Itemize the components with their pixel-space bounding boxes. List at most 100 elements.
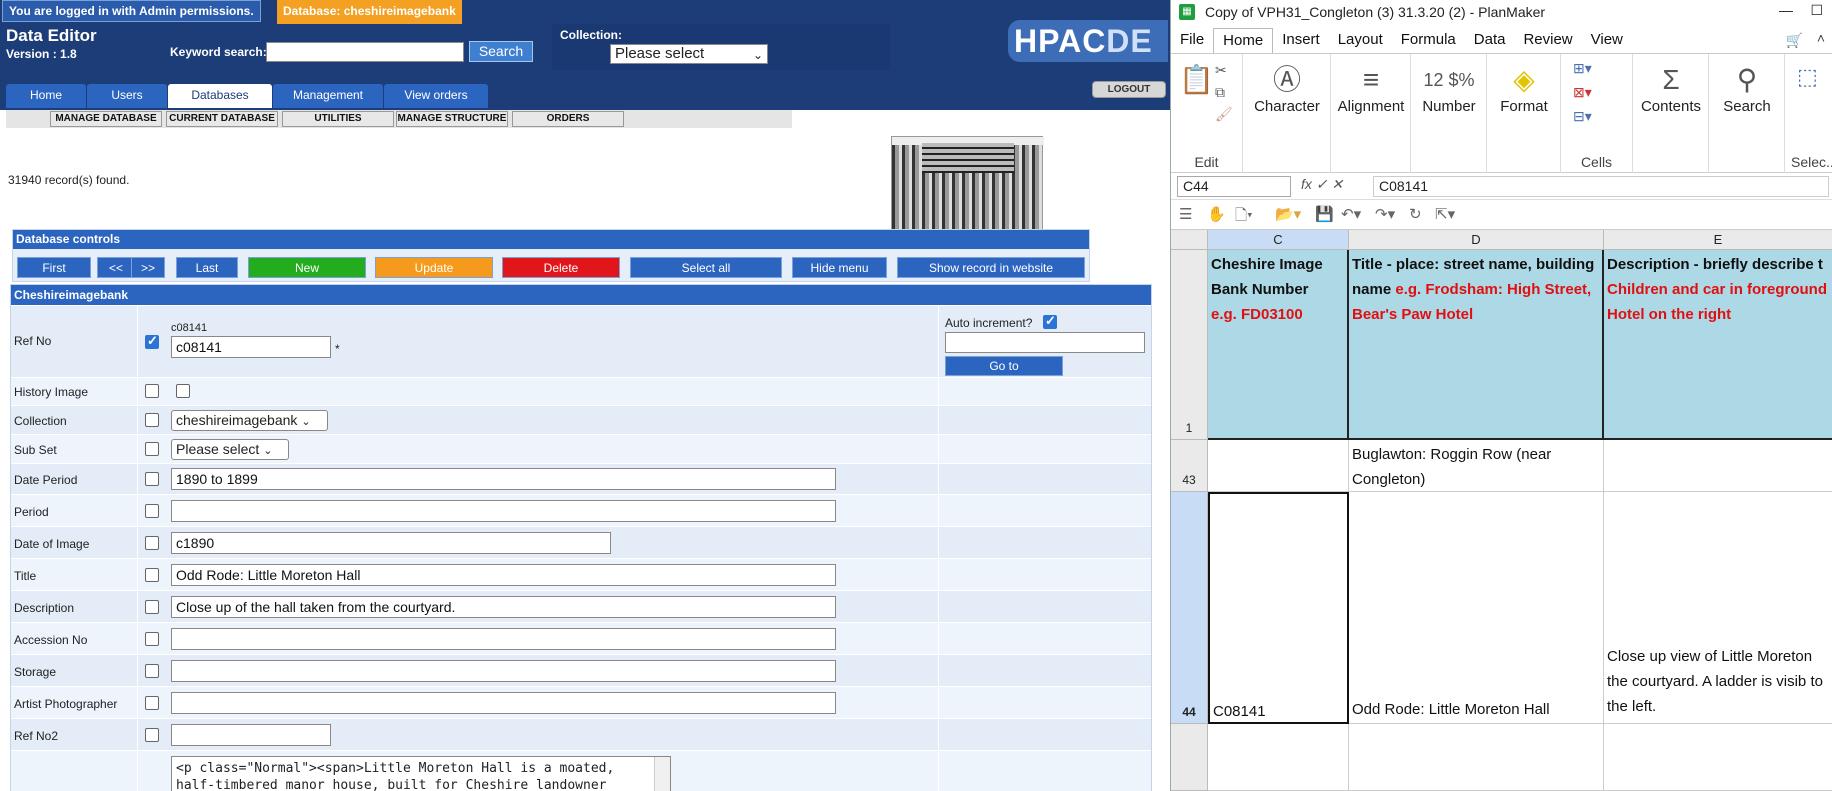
paste-button[interactable]: 📋 bbox=[1179, 62, 1214, 98]
last-button[interactable]: Last bbox=[176, 257, 238, 278]
character-button[interactable]: Ⓐ Character bbox=[1247, 62, 1327, 115]
prev-button[interactable]: << bbox=[97, 257, 135, 278]
number-button[interactable]: 12 $% Number bbox=[1413, 62, 1485, 115]
search-button[interactable]: Search bbox=[469, 41, 533, 62]
field-checkbox[interactable] bbox=[145, 333, 159, 349]
submenu-manage-structure[interactable]: MANAGE STRUCTURE bbox=[396, 111, 508, 127]
show-record-button[interactable]: Show record in website bbox=[897, 257, 1085, 278]
hide-cells-icon[interactable]: ⊟▾ bbox=[1573, 108, 1592, 125]
artist-photographer-input[interactable] bbox=[171, 692, 836, 714]
first-button[interactable]: First bbox=[17, 257, 91, 278]
menu-icon[interactable]: ☰ bbox=[1179, 205, 1192, 223]
row-header-43[interactable]: 43 bbox=[1171, 440, 1208, 492]
field-checkbox[interactable] bbox=[145, 384, 159, 398]
hand-icon[interactable]: ✋ bbox=[1207, 205, 1226, 223]
cell-c44-selected[interactable]: C08141 bbox=[1208, 492, 1349, 724]
cell-e44[interactable]: Close up view of Little Moreton the cour… bbox=[1604, 492, 1832, 724]
tab-home[interactable]: Home bbox=[6, 84, 86, 108]
minimize-icon[interactable]: — bbox=[1779, 2, 1793, 18]
submenu-orders[interactable]: ORDERS bbox=[512, 111, 624, 127]
history-image-checkbox[interactable] bbox=[176, 384, 190, 398]
menu-view[interactable]: View bbox=[1582, 28, 1632, 53]
cell-d45[interactable] bbox=[1349, 724, 1604, 791]
tab-view-orders[interactable]: View orders bbox=[384, 84, 488, 108]
goto-input[interactable] bbox=[945, 332, 1145, 353]
title-input[interactable]: Odd Rode: Little Moreton Hall bbox=[171, 564, 836, 586]
format-painter-icon[interactable]: 🖌 bbox=[1215, 106, 1233, 123]
column-header-e[interactable]: E bbox=[1604, 230, 1832, 250]
sub-set-select[interactable]: Please select ⌄ bbox=[171, 439, 289, 460]
delete-button[interactable]: Delete bbox=[502, 257, 620, 278]
menu-home[interactable]: Home bbox=[1213, 28, 1274, 53]
menu-data[interactable]: Data bbox=[1465, 28, 1515, 53]
open-folder-icon[interactable]: 📂▾ bbox=[1275, 205, 1301, 223]
update-button[interactable]: Update bbox=[375, 257, 493, 278]
cut-icon[interactable]: ✂ bbox=[1215, 62, 1227, 79]
field-checkbox[interactable] bbox=[145, 504, 159, 518]
field-checkbox[interactable] bbox=[145, 568, 159, 582]
collection-field-select[interactable]: cheshireimagebank ⌄ bbox=[171, 410, 328, 431]
menu-review[interactable]: Review bbox=[1514, 28, 1581, 53]
collection-select[interactable]: Please select ⌄ bbox=[610, 44, 768, 64]
description-input[interactable]: Close up of the hall taken from the cour… bbox=[171, 596, 836, 618]
select-all-button[interactable]: Select all bbox=[630, 257, 782, 278]
field-checkbox[interactable] bbox=[145, 600, 159, 614]
row-header-45[interactable] bbox=[1171, 724, 1208, 791]
menu-formula[interactable]: Formula bbox=[1392, 28, 1465, 53]
new-button[interactable]: New bbox=[248, 257, 366, 278]
function-icon[interactable]: fx ✓ ✕ bbox=[1301, 176, 1343, 193]
row-header-1[interactable]: 1 bbox=[1171, 250, 1208, 440]
date-of-image-input[interactable]: c1890 bbox=[171, 532, 611, 554]
date-period-input[interactable]: 1890 to 1899 bbox=[171, 468, 836, 490]
field-checkbox[interactable] bbox=[145, 632, 159, 646]
search-ribbon-button[interactable]: ⚲ Search bbox=[1711, 62, 1783, 115]
submenu-manage-database[interactable]: MANAGE DATABASE bbox=[50, 111, 162, 127]
copy-icon[interactable]: ⧉ bbox=[1215, 84, 1225, 101]
cell-e43[interactable] bbox=[1604, 440, 1832, 492]
contents-button[interactable]: Σ Contents bbox=[1635, 62, 1707, 115]
ref-no2-input[interactable] bbox=[171, 724, 331, 746]
field-checkbox[interactable] bbox=[145, 696, 159, 710]
select-all-corner[interactable] bbox=[1171, 230, 1208, 250]
column-header-d[interactable]: D bbox=[1349, 230, 1604, 250]
accession-no-input[interactable] bbox=[171, 628, 836, 650]
cell-d1[interactable]: Title - place: street name, building nam… bbox=[1349, 250, 1604, 440]
repeat-icon[interactable]: ↻ bbox=[1409, 205, 1422, 223]
record-photo[interactable] bbox=[891, 136, 1044, 237]
field-checkbox[interactable] bbox=[145, 472, 159, 486]
formula-input[interactable]: C08141 bbox=[1373, 176, 1829, 197]
submenu-utilities[interactable]: UTILITIES bbox=[282, 111, 394, 127]
alignment-button[interactable]: ≡ Alignment bbox=[1333, 62, 1409, 115]
html-editor-textarea[interactable]: <p class="Normal"><span>Little Moreton H… bbox=[171, 756, 671, 791]
cell-e1[interactable]: Description - briefly describe t Children… bbox=[1604, 250, 1832, 440]
collapse-ribbon-icon[interactable]: ˄ bbox=[1817, 30, 1825, 46]
column-header-c[interactable]: C bbox=[1208, 230, 1349, 250]
menu-insert[interactable]: Insert bbox=[1273, 28, 1329, 53]
period-input[interactable] bbox=[171, 500, 836, 522]
textarea-scrollbar[interactable] bbox=[654, 757, 670, 791]
cart-icon[interactable]: 🛒 bbox=[1786, 32, 1803, 49]
keyword-search-input[interactable] bbox=[266, 42, 464, 62]
save-icon[interactable]: 💾 bbox=[1315, 205, 1334, 223]
selection-icon[interactable]: ⬚ bbox=[1797, 64, 1818, 90]
row-header-44[interactable]: 44 bbox=[1171, 492, 1208, 724]
cell-e45[interactable] bbox=[1604, 724, 1832, 791]
storage-input[interactable] bbox=[171, 660, 836, 682]
cell-c45[interactable] bbox=[1208, 724, 1349, 791]
tab-users[interactable]: Users bbox=[87, 84, 167, 108]
next-button[interactable]: >> bbox=[131, 257, 165, 278]
cell-c1[interactable]: Cheshire Image Bank Number e.g. FD03100 bbox=[1208, 250, 1349, 440]
goto-button[interactable]: Go to bbox=[945, 356, 1063, 376]
submenu-current-database[interactable]: CURRENT DATABASE bbox=[166, 111, 278, 127]
logout-button[interactable]: LOGOUT bbox=[1092, 81, 1166, 98]
delete-cells-icon[interactable]: ⊠▾ bbox=[1573, 84, 1592, 101]
field-checkbox[interactable] bbox=[145, 413, 159, 427]
name-box[interactable]: C44 bbox=[1177, 176, 1291, 197]
maximize-icon[interactable]: ☐ bbox=[1810, 2, 1823, 19]
field-checkbox[interactable] bbox=[145, 442, 159, 456]
menu-layout[interactable]: Layout bbox=[1329, 28, 1392, 53]
cell-d43[interactable]: Buglawton: Roggin Row (near Congleton) bbox=[1349, 440, 1604, 492]
hide-menu-button[interactable]: Hide menu bbox=[792, 257, 887, 278]
menu-file[interactable]: File bbox=[1171, 28, 1213, 53]
field-checkbox[interactable] bbox=[145, 536, 159, 550]
